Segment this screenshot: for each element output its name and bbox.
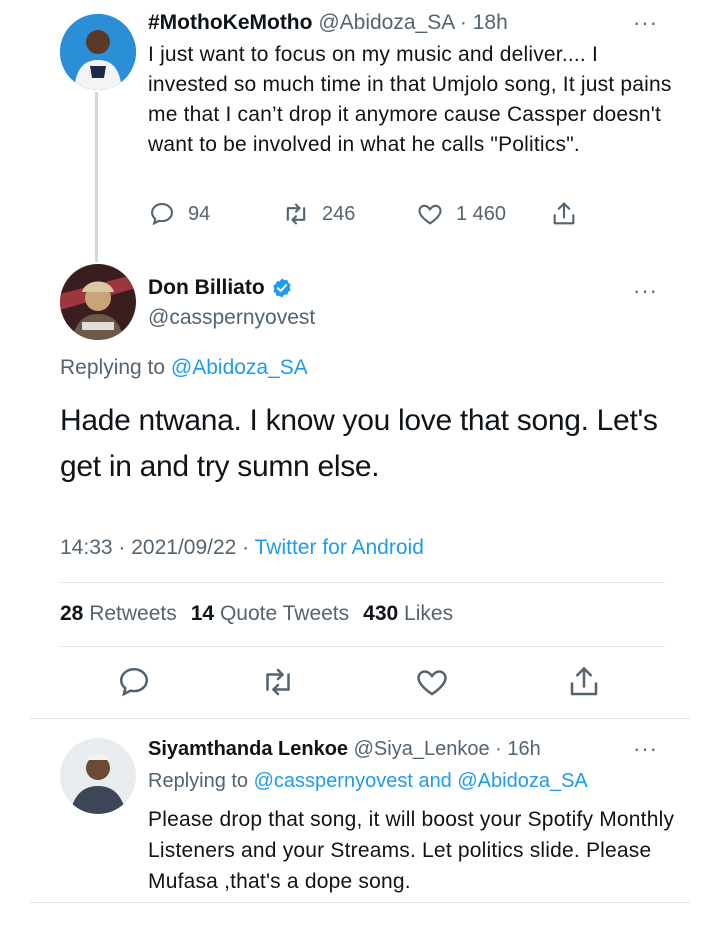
main-tweet-text: Hade ntwana. I know you love that song. … bbox=[60, 404, 658, 483]
divider bbox=[30, 718, 690, 719]
reply-separator: · bbox=[489, 738, 508, 760]
reply-replying-to-links[interactable]: @casspernyovest and @Abidoza_SA bbox=[254, 770, 588, 792]
tweet1-retweet-action[interactable]: 246 bbox=[282, 200, 355, 228]
tweet1-retweet-count: 246 bbox=[322, 202, 356, 225]
reply-text: Please drop that song, it will boost you… bbox=[148, 808, 675, 893]
reply-replying-prefix: Replying to bbox=[148, 770, 249, 792]
tweet1-time[interactable]: 18h bbox=[473, 11, 508, 34]
tweet1-share-action[interactable] bbox=[550, 200, 578, 228]
avatar-siya-lenkoe[interactable] bbox=[60, 738, 136, 814]
reply-handle[interactable]: @Siya_Lenkoe bbox=[354, 738, 490, 760]
reply-time[interactable]: 16h bbox=[507, 738, 540, 760]
tweet1-text: I just want to focus on my music and del… bbox=[148, 43, 672, 156]
tweet1-handle[interactable]: @Abidoza_SA bbox=[318, 11, 454, 34]
verified-badge-icon bbox=[273, 278, 291, 298]
meta-dot: · bbox=[112, 536, 132, 559]
divider bbox=[60, 582, 665, 583]
quote-tweets-stat[interactable]: 14 Quote Tweets bbox=[191, 602, 349, 626]
main-tweet-meta: 14:33 · 2021/09/22 · Twitter for Android bbox=[60, 536, 424, 560]
tweet1-separator: · bbox=[454, 11, 473, 34]
main-tweet-time[interactable]: 14:33 bbox=[60, 536, 113, 559]
quotes-label: Quote Tweets bbox=[219, 602, 350, 625]
divider bbox=[30, 902, 690, 903]
heart-icon bbox=[418, 204, 442, 225]
tweet1-header: #MothoKeMotho @Abidoza_SA · 18h bbox=[148, 8, 508, 38]
heart-icon[interactable] bbox=[414, 664, 450, 700]
retweets-label: Retweets bbox=[89, 602, 177, 625]
main-tweet-author[interactable]: Don Billiato bbox=[148, 276, 293, 300]
share-icon bbox=[553, 202, 575, 225]
avatar-abidoza[interactable] bbox=[60, 14, 136, 90]
tweet1-like-count: 1 460 bbox=[456, 202, 507, 225]
main-tweet-display-name[interactable]: Don Billiato bbox=[148, 276, 265, 300]
reply-icon[interactable] bbox=[116, 664, 152, 700]
likes-count: 430 bbox=[363, 602, 399, 625]
likes-stat[interactable]: 430 Likes bbox=[363, 602, 453, 626]
quotes-count: 14 bbox=[190, 602, 215, 625]
tweet1-like-action[interactable]: 1 460 bbox=[416, 200, 506, 228]
tweet1-reply-action[interactable]: 94 bbox=[148, 200, 210, 228]
tweet1-reply-count: 94 bbox=[188, 202, 211, 225]
main-tweet-handle[interactable]: @casspernyovest bbox=[148, 306, 315, 330]
retweets-stat[interactable]: 28 Retweets bbox=[60, 602, 177, 626]
reply-replying-to: Replying to @casspernyovest and @Abidoza… bbox=[148, 766, 588, 796]
retweets-count: 28 bbox=[60, 602, 84, 625]
avatar-casspernyovest[interactable] bbox=[60, 264, 136, 340]
share-icon[interactable] bbox=[566, 664, 602, 700]
replying-to-link[interactable]: @Abidoza_SA bbox=[171, 356, 308, 379]
likes-label: Likes bbox=[404, 602, 454, 625]
replying-prefix: Replying to bbox=[60, 356, 166, 379]
reply-header: Siyamthanda Lenkoe @Siya_Lenkoe · 16h bbox=[148, 734, 541, 764]
more-icon[interactable]: ··· bbox=[633, 280, 658, 302]
main-tweet-source[interactable]: Twitter for Android bbox=[255, 536, 424, 559]
retweet-icon bbox=[286, 203, 306, 225]
retweet-icon[interactable] bbox=[260, 664, 296, 700]
main-tweet-stats: 28 Retweets 14 Quote Tweets 430 Likes bbox=[60, 602, 453, 626]
more-icon[interactable]: ··· bbox=[633, 738, 658, 760]
main-tweet-replying-to: Replying to @Abidoza_SA bbox=[60, 356, 308, 380]
reply-display-name[interactable]: Siyamthanda Lenkoe bbox=[148, 738, 348, 760]
meta-dot: · bbox=[236, 536, 255, 559]
main-tweet-date[interactable]: 2021/09/22 bbox=[131, 536, 236, 559]
reply-icon bbox=[151, 203, 173, 226]
tweet1-display-name[interactable]: #MothoKeMotho bbox=[148, 11, 312, 34]
more-icon[interactable]: ··· bbox=[633, 12, 658, 34]
divider bbox=[60, 646, 665, 647]
thread-line bbox=[95, 92, 98, 262]
